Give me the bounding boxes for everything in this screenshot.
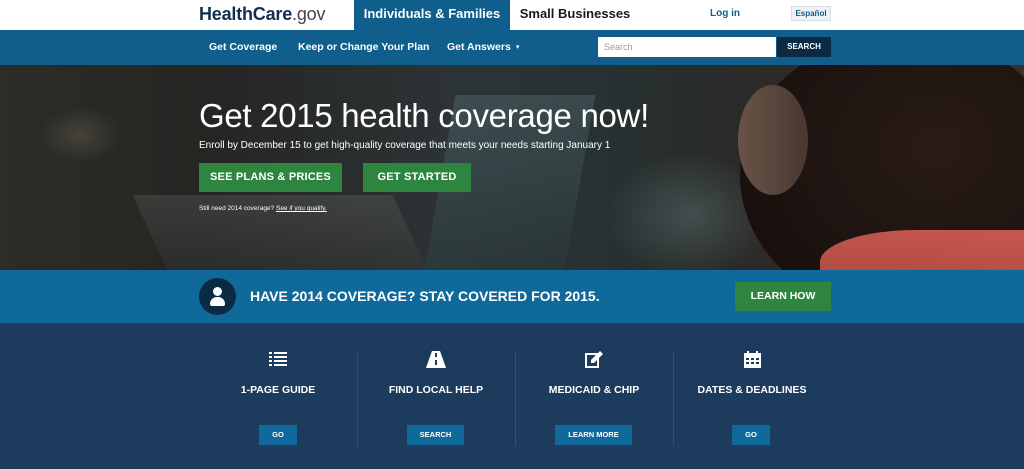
hero-banner: Get 2015 health coverage now! Enroll by … [0, 65, 1024, 270]
nav-keep-change-plan[interactable]: Keep or Change Your Plan [298, 30, 429, 65]
logo-brand: HealthCare [199, 4, 293, 24]
calendar-icon [673, 351, 831, 369]
healthcare-gov-logo[interactable]: HealthCare.gov [199, 3, 325, 25]
stay-covered-heading: HAVE 2014 COVERAGE? STAY COVERED FOR 201… [250, 288, 600, 304]
feature-dates-deadlines: DATES & DEADLINES GO [673, 323, 831, 469]
hero-title: Get 2015 health coverage now! [199, 97, 649, 134]
feature-medicaid-chip: MEDICAID & CHIP LEARN MORE [515, 323, 673, 469]
see-if-you-qualify-link[interactable]: See if you qualify. [276, 205, 327, 212]
logo-suffix: .gov [292, 4, 326, 24]
feature-title: DATES & DEADLINES [697, 384, 807, 396]
medicaid-learn-more-button[interactable]: LEARN MORE [555, 425, 632, 445]
guide-go-button[interactable]: GO [259, 425, 297, 445]
login-link[interactable]: Log in [700, 0, 750, 30]
see-plans-prices-button[interactable]: SEE PLANS & PRICES [199, 163, 342, 192]
stay-covered-band: HAVE 2014 COVERAGE? STAY COVERED FOR 201… [0, 270, 1024, 323]
person-icon [199, 278, 236, 315]
hero-note: Still need 2014 coverage? See if you qua… [199, 204, 327, 214]
hero-overlay [0, 65, 1024, 270]
chevron-down-icon: ▾ [515, 44, 520, 51]
tab-small-businesses[interactable]: Small Businesses [510, 0, 640, 30]
search-input[interactable] [598, 37, 776, 57]
feature-title: 1-PAGE GUIDE [240, 384, 316, 396]
learn-how-button[interactable]: LEARN HOW [735, 282, 831, 311]
road-icon [357, 351, 515, 369]
feature-find-local-help: FIND LOCAL HELP SEARCH [357, 323, 515, 469]
edit-icon [515, 351, 673, 369]
top-bar: HealthCare.gov Individuals & Families Sm… [0, 0, 1024, 30]
tab-individuals-families[interactable]: Individuals & Families [354, 0, 510, 30]
nav-get-answers-label: Get Answers [447, 41, 511, 53]
hero-subtitle: Enroll by December 15 to get high-qualit… [199, 140, 611, 151]
feature-title: MEDICAID & CHIP [548, 384, 640, 396]
hero-note-text: Still need 2014 coverage? [199, 205, 275, 212]
search-button[interactable]: SEARCH [777, 37, 831, 57]
language-toggle-button[interactable]: Español [791, 6, 831, 21]
local-help-search-button[interactable]: SEARCH [407, 425, 464, 445]
feature-grid: 1-PAGE GUIDE GO FIND LOCAL HELP SEARCH M… [0, 323, 1024, 469]
nav-get-coverage[interactable]: Get Coverage [209, 30, 277, 65]
dates-go-button[interactable]: GO [732, 425, 770, 445]
feature-title: FIND LOCAL HELP [388, 384, 484, 396]
get-started-button[interactable]: GET STARTED [363, 163, 471, 192]
feature-one-page-guide: 1-PAGE GUIDE GO [199, 323, 357, 469]
nav-get-answers[interactable]: Get Answers ▾ [447, 30, 519, 65]
list-icon [199, 351, 357, 369]
main-nav: Get Coverage Keep or Change Your Plan Ge… [0, 30, 1024, 65]
